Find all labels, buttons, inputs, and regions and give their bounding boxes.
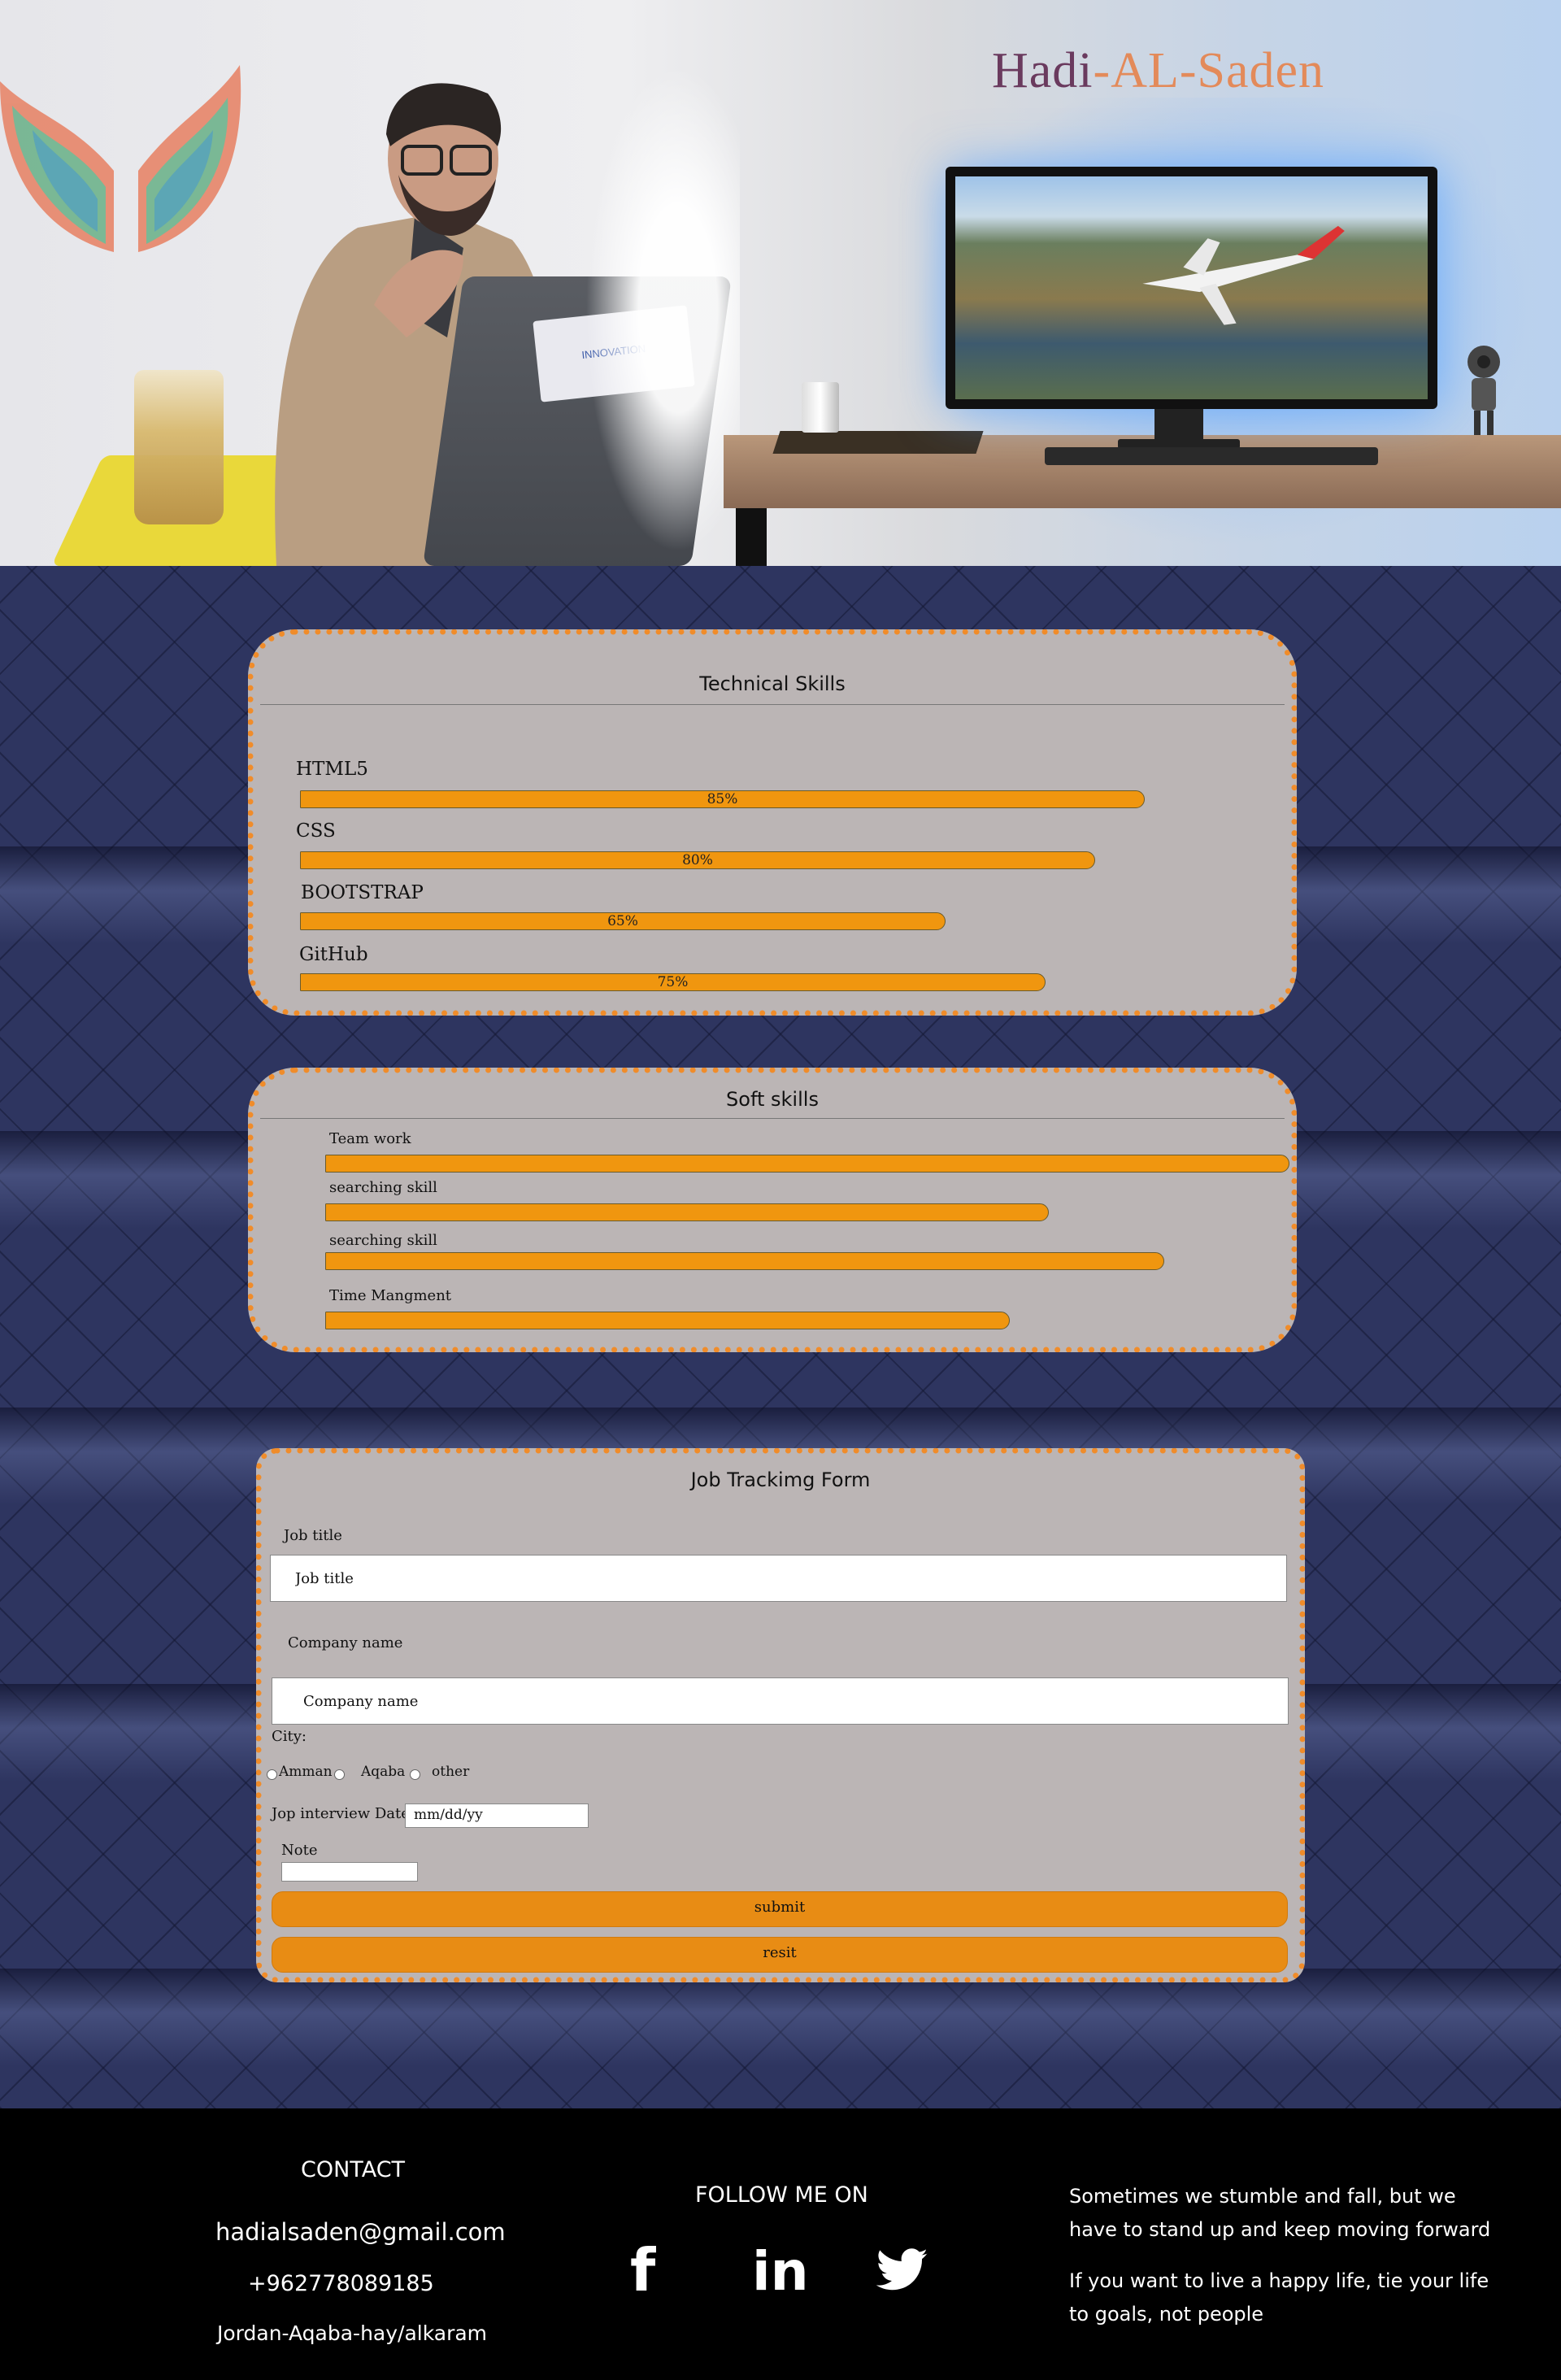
twitter-icon[interactable] [876, 2248, 928, 2294]
skill-bar-css: 80% [300, 851, 1095, 869]
city-label: City: [272, 1728, 307, 1745]
facebook-icon[interactable]: f [630, 2241, 655, 2300]
technical-skills-card: Technical Skills HTML5 85% CSS 80% BOOTS… [248, 629, 1297, 1016]
interview-date-input[interactable]: mm/dd/yy [405, 1803, 589, 1828]
footer-quote: Sometimes we stumble and fall, but we ha… [1069, 2185, 1491, 2241]
submit-button[interactable]: submit [272, 1891, 1288, 1927]
desk-leg [736, 508, 767, 566]
city-radio-aqaba[interactable] [334, 1769, 345, 1780]
monitor [946, 167, 1437, 409]
reset-button[interactable]: resit [272, 1937, 1288, 1973]
soft-skill-label: searching skill [329, 1179, 437, 1196]
monitor-stand [1154, 409, 1203, 442]
technical-skills-title: Technical Skills [699, 672, 846, 695]
soft-skill-bar [325, 1312, 1010, 1329]
job-title-input[interactable] [270, 1555, 1287, 1602]
footer: CONTACT hadialsaden@gmail.com +962778089… [0, 2108, 1561, 2380]
soft-skills-title: Soft skills [726, 1088, 819, 1111]
company-name-label: Company name [288, 1634, 403, 1651]
skill-percent: 75% [657, 974, 689, 990]
note-label: Note [281, 1842, 318, 1859]
skill-label-github: GitHub [299, 944, 368, 965]
title-first-name: Hadi [992, 43, 1094, 98]
form-title: Job Trackimg Form [690, 1468, 871, 1491]
skill-label-bootstrap: BOOTSTRAP [301, 882, 424, 903]
robot-figure [1468, 346, 1500, 435]
title-separator: - [1179, 43, 1198, 98]
footer-quote: If you want to live a happy life, tie yo… [1069, 2269, 1489, 2326]
divider [260, 1118, 1285, 1119]
contact-title: CONTACT [301, 2157, 406, 2182]
city-option-amman: Amman [279, 1764, 333, 1780]
wings-illustration [0, 65, 241, 252]
skill-label-css: CSS [296, 820, 336, 842]
skill-percent: 65% [607, 913, 638, 929]
contact-email[interactable]: hadialsaden@gmail.com [215, 2218, 506, 2246]
linkedin-icon[interactable]: in [752, 2245, 809, 2299]
airplane-icon [1142, 225, 1345, 325]
soft-skills-card: Soft skills Team work searching skill se… [248, 1068, 1297, 1352]
contact-phone: +962778089185 [248, 2271, 434, 2296]
skill-bar-github: 75% [300, 973, 1046, 991]
city-option-aqaba: Aqaba [361, 1764, 406, 1780]
note-input[interactable] [281, 1862, 418, 1882]
soft-skill-bar [325, 1252, 1164, 1270]
skill-bar-html5: 85% [300, 790, 1145, 808]
keyboard [1045, 447, 1378, 465]
title-last-name: Saden [1197, 43, 1325, 98]
soft-skill-label: Team work [329, 1130, 411, 1147]
skill-percent: 80% [682, 852, 713, 868]
skill-bar-bootstrap: 65% [300, 912, 946, 930]
paint-splash [585, 65, 740, 553]
skill-label-html5: HTML5 [296, 759, 368, 780]
closed-laptop [772, 431, 984, 454]
metal-cup [802, 382, 839, 433]
iced-drink-cup [134, 370, 224, 524]
site-title: Hadi-AL-Saden [992, 42, 1324, 100]
hero-banner: INNOVATION Hadi-AL-Saden [0, 0, 1561, 566]
soft-skill-bar [325, 1155, 1289, 1173]
soft-skill-bar [325, 1203, 1049, 1221]
skill-percent: 85% [707, 791, 738, 807]
company-name-input[interactable] [272, 1677, 1289, 1725]
soft-skill-label: searching skill [329, 1232, 437, 1249]
city-option-other: other [432, 1764, 470, 1780]
city-radio-amman[interactable] [267, 1769, 277, 1780]
interview-date-label: Jop interview Date [272, 1805, 410, 1822]
background-band [0, 1969, 1561, 2066]
soft-skill-label: Time Mangment [329, 1287, 452, 1304]
title-middle-name: AL [1111, 43, 1180, 98]
job-tracking-form: Job Trackimg Form Job title Company name… [256, 1448, 1305, 1982]
follow-title: FOLLOW ME ON [695, 2182, 868, 2208]
title-separator: - [1093, 43, 1111, 98]
contact-address: Jordan-Aqaba-hay/alkaram [217, 2321, 488, 2345]
monitor-screen-flight-sim [955, 176, 1428, 399]
job-title-label: Job title [284, 1527, 342, 1544]
divider [260, 704, 1285, 705]
city-radio-other[interactable] [410, 1769, 420, 1780]
